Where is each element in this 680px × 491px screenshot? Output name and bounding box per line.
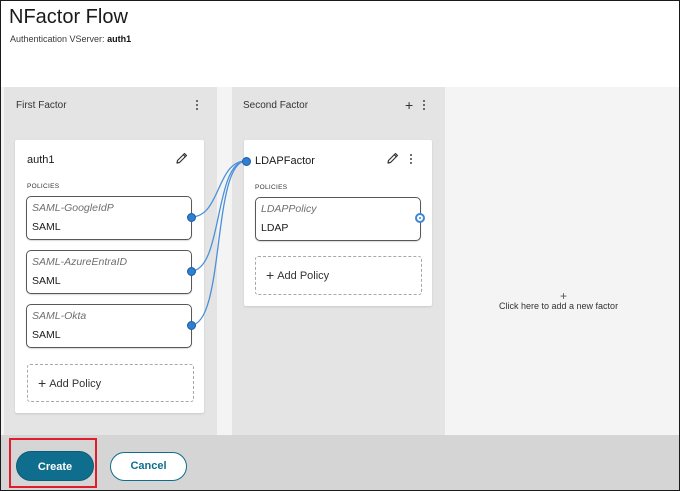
footer-bar	[1, 435, 679, 490]
flow-connectors	[190, 160, 247, 326]
connector-handle[interactable]	[187, 213, 196, 222]
connector-handle[interactable]	[187, 321, 196, 330]
connector-target-handle[interactable]	[242, 157, 251, 166]
create-button[interactable]: Create	[16, 451, 94, 481]
nfactor-flow-window: NFactor Flow Authentication VServer: aut…	[0, 0, 680, 491]
connector-handle[interactable]	[187, 267, 196, 276]
connector-okta	[190, 160, 247, 326]
cancel-button[interactable]: Cancel	[110, 452, 187, 481]
connector-googleidp	[190, 160, 247, 218]
connector-handle-open[interactable]	[415, 213, 425, 223]
